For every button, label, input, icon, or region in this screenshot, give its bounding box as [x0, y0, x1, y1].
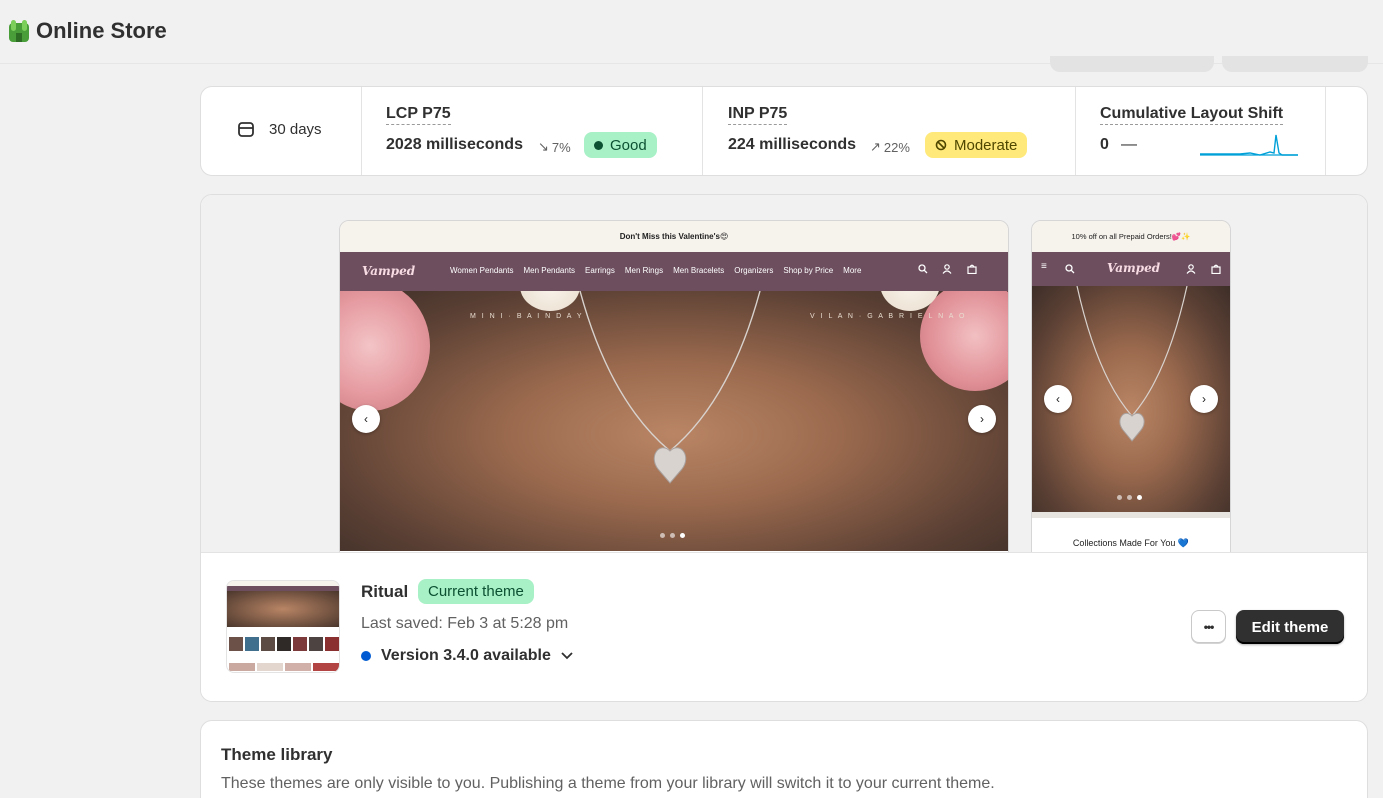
- store-nav-bar: Vamped Women Pendants Men Pendants Earri…: [340, 252, 1008, 291]
- page-title: Online Store: [36, 18, 167, 43]
- header-action-button[interactable]: [1222, 56, 1368, 72]
- theme-preview[interactable]: Don't Miss this Valentine's😍 Vamped Wome…: [201, 195, 1367, 553]
- header-action-button[interactable]: [1050, 56, 1214, 72]
- moderate-icon: [935, 139, 947, 151]
- inp-delta: ↗ 22%: [870, 139, 910, 155]
- hero-caption-left: M I N I · B A I N D A Y: [470, 313, 584, 320]
- cls-label[interactable]: Cumulative Layout Shift: [1100, 105, 1284, 125]
- date-range-label: 30 days: [269, 120, 322, 138]
- cls-metric[interactable]: Cumulative Layout Shift 0 —: [1076, 87, 1326, 175]
- divider: [1325, 87, 1326, 175]
- search-icon: [918, 264, 928, 274]
- collections-heading: Collections Made For You 💙: [1072, 538, 1190, 548]
- calendar-icon: [238, 122, 254, 137]
- necklace-image: [1076, 286, 1188, 442]
- mobile-preview: 10% off on all Prepaid Orders!💕✨ ≡ Vampe…: [1031, 220, 1231, 552]
- cart-icon: [1211, 264, 1221, 274]
- cls-sparkline: [1200, 134, 1298, 156]
- last-saved-text: Last saved: Feb 3 at 5:28 pm: [361, 615, 569, 632]
- theme-library-title: Theme library: [221, 745, 333, 764]
- divider: [1032, 512, 1230, 518]
- search-icon: [1065, 264, 1075, 274]
- flower-image: [920, 291, 1008, 391]
- current-theme-card: Don't Miss this Valentine's😍 Vamped Wome…: [200, 194, 1368, 702]
- lcp-value: 2028 milliseconds: [386, 136, 523, 153]
- cls-trend-dash: —: [1121, 136, 1137, 153]
- cart-icon: [967, 264, 977, 274]
- inp-label[interactable]: INP P75: [728, 105, 788, 125]
- theme-library-card: Theme library These themes are only visi…: [200, 720, 1368, 798]
- top-bar: Online Store: [0, 0, 1383, 64]
- version-available-toggle[interactable]: Version 3.4.0 available: [361, 647, 573, 665]
- update-dot-icon: [361, 651, 371, 661]
- necklace-image: [579, 291, 761, 484]
- status-dot-icon: [594, 140, 603, 150]
- store-hero-banner: ‹ ›: [1032, 286, 1230, 512]
- store-nav-item: Earrings: [585, 266, 615, 275]
- arrow-up-right-icon: ↗: [870, 139, 881, 154]
- store-nav-item: Men Pendants: [523, 266, 576, 275]
- account-icon: [1186, 264, 1196, 274]
- hero-prev-button: ‹: [1044, 385, 1072, 413]
- inp-value: 224 milliseconds: [728, 136, 857, 153]
- online-store-icon: [9, 20, 29, 42]
- store-hero-banner: M I N I · B A I N D A Y V I L A N · G A …: [340, 291, 1008, 551]
- store-announcement-bar: 10% off on all Prepaid Orders!💕✨: [1032, 221, 1230, 252]
- theme-info: Ritual Current theme Last saved: Feb 3 a…: [201, 553, 1367, 701]
- store-nav-links: Women Pendants Men Pendants Earrings Men…: [450, 266, 861, 275]
- store-announcement-bar: Don't Miss this Valentine's😍: [340, 221, 1008, 252]
- lcp-label[interactable]: LCP P75: [386, 105, 451, 125]
- inp-metric[interactable]: INP P75 224 milliseconds ↗ 22% Moderate: [703, 87, 1075, 175]
- store-logo: Vamped: [362, 264, 416, 278]
- lcp-delta: ↘ 7%: [538, 139, 571, 155]
- edit-theme-button[interactable]: Edit theme: [1236, 610, 1344, 644]
- chevron-down-icon: [561, 652, 573, 660]
- store-nav-item: Women Pendants: [450, 266, 514, 275]
- store-nav-item: Organizers: [734, 266, 774, 275]
- hero-pagination-dots: [660, 533, 685, 538]
- web-performance-card: 30 days LCP P75 2028 milliseconds ↘ 7% G…: [200, 86, 1368, 176]
- hero-next-button: ›: [1190, 385, 1218, 413]
- theme-thumbnail[interactable]: [226, 580, 340, 673]
- hero-prev-button: ‹: [352, 405, 380, 433]
- theme-library-description: These themes are only visible to you. Pu…: [221, 775, 995, 792]
- inp-status-badge: Moderate: [925, 132, 1028, 158]
- theme-name: Ritual: [361, 582, 409, 601]
- account-icon: [942, 264, 952, 274]
- current-theme-badge: Current theme: [418, 579, 534, 604]
- menu-icon: ≡: [1041, 261, 1047, 272]
- store-nav-item: Men Rings: [624, 266, 664, 275]
- hero-pagination-dots: [1117, 495, 1142, 500]
- version-label: Version 3.4.0 available: [381, 647, 551, 664]
- store-logo: Vamped: [1107, 261, 1161, 275]
- arrow-down-right-icon: ↘: [538, 139, 549, 154]
- thumb-products: [229, 637, 339, 651]
- ellipsis-icon: •••: [1203, 619, 1215, 634]
- cls-value: 0: [1100, 136, 1109, 153]
- hero-caption-right: V I L A N · G A B R I E L N A O: [810, 313, 967, 320]
- desktop-preview: Don't Miss this Valentine's😍 Vamped Wome…: [339, 220, 1009, 552]
- store-nav-item: More: [843, 266, 862, 275]
- thumb-strip: [229, 663, 339, 671]
- date-range-selector[interactable]: 30 days: [201, 87, 361, 175]
- store-nav-item: Men Bracelets: [673, 266, 725, 275]
- app-header: Online Store: [8, 18, 167, 44]
- lcp-metric[interactable]: LCP P75 2028 milliseconds ↘ 7% Good: [362, 87, 702, 175]
- flower-image: [340, 291, 430, 411]
- more-actions-button[interactable]: •••: [1191, 610, 1226, 643]
- lcp-status-badge: Good: [584, 132, 657, 158]
- store-nav-item: Shop by Price: [783, 266, 834, 275]
- hero-next-button: ›: [968, 405, 996, 433]
- thumb-hero: [227, 591, 339, 627]
- store-nav-bar: ≡ Vamped: [1032, 252, 1230, 286]
